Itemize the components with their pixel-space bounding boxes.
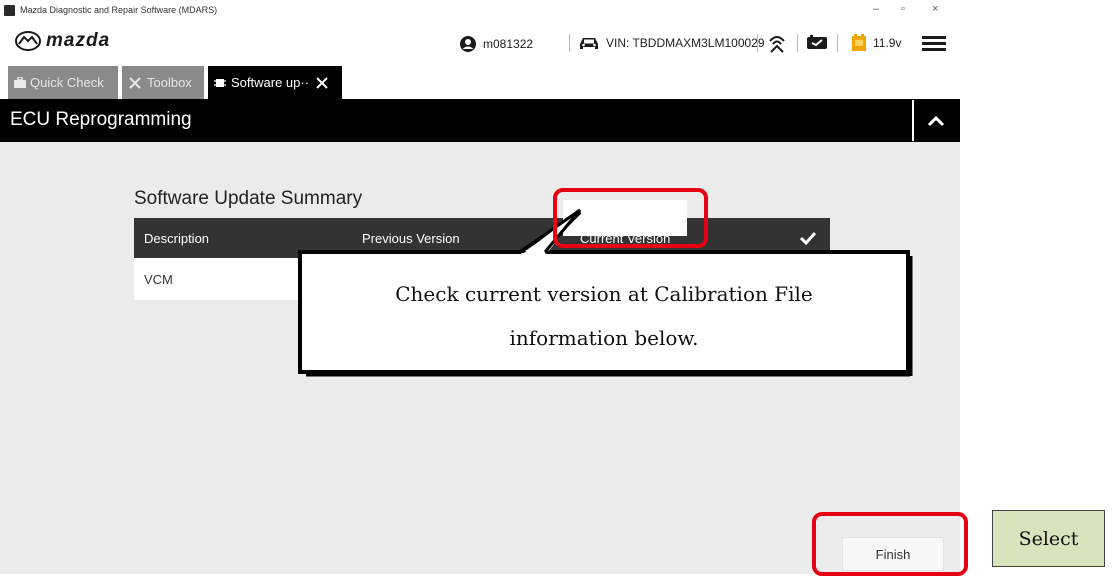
callout-line-1: Check current version at Calibration Fil… xyxy=(395,282,813,306)
callout-line-2: information below. xyxy=(509,326,699,350)
current-version-highlight xyxy=(553,188,708,248)
callout-text: Check current version at Calibration Fil… xyxy=(300,272,908,360)
finish-button-highlight xyxy=(812,512,968,576)
select-instruction: Select xyxy=(992,510,1105,567)
